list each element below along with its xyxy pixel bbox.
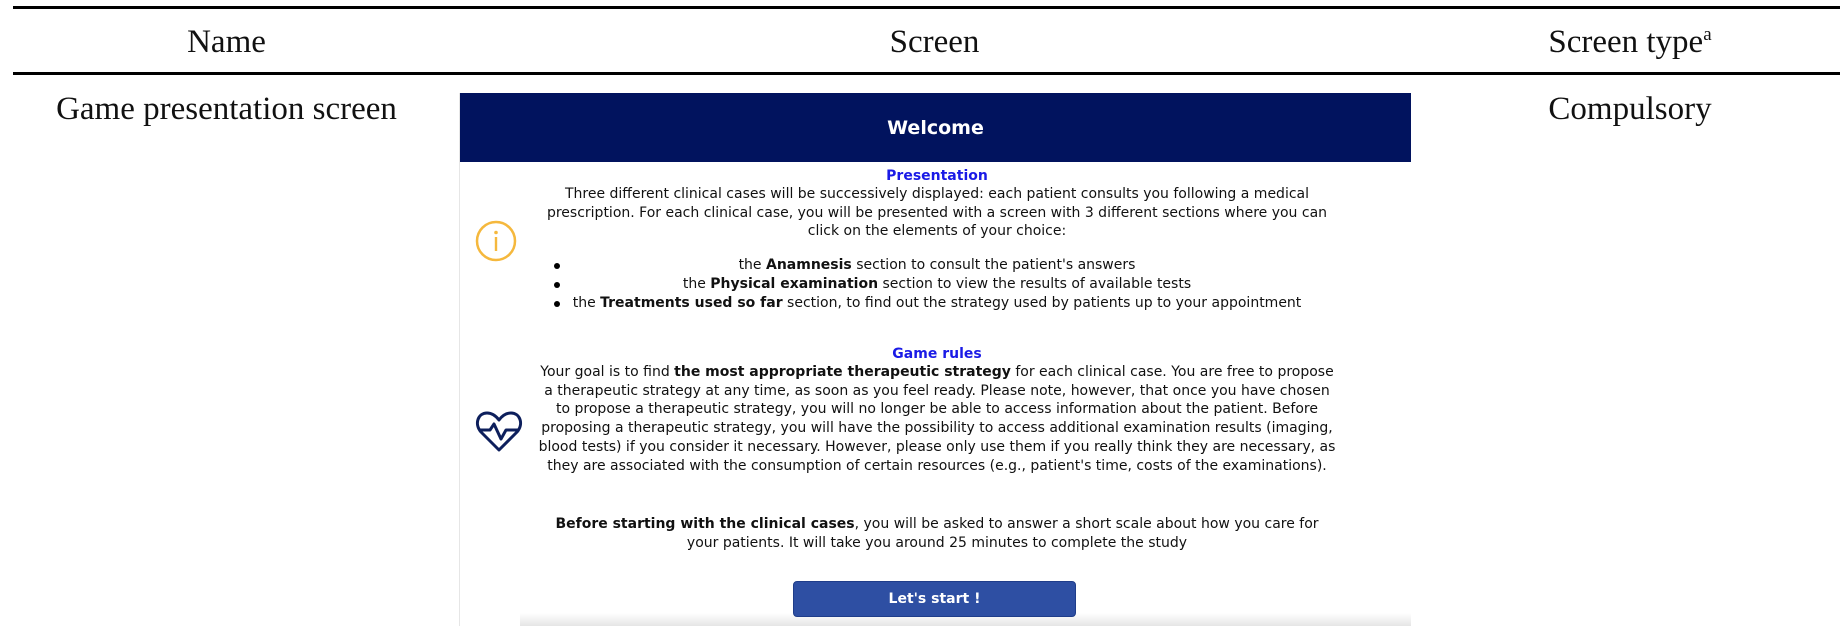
before-bold: Before starting with the clinical cases [555, 516, 855, 532]
bullet-bold: Anamnesis [766, 257, 852, 273]
table-header-rule [13, 72, 1840, 75]
heart-pulse-icon [475, 411, 523, 452]
list-item: the Physical examination section to view… [538, 275, 1336, 294]
bullet-bold: Physical examination [710, 276, 879, 292]
bullet-text: section to consult the patient's answers [851, 257, 1136, 273]
rules-section: Game rules Your goal is to find the most… [538, 345, 1336, 475]
header-screen: Screen [889, 24, 980, 60]
info-icon [475, 220, 517, 262]
list-item: the Anamnesis section to consult the pat… [538, 256, 1336, 275]
bullet-text: section to view the results of available… [878, 276, 1192, 292]
welcome-banner: Welcome [460, 93, 1411, 162]
rules-bold: the most appropriate therapeutic strateg… [674, 364, 1011, 380]
rules-text: Your goal is to find the most appropriat… [538, 363, 1336, 475]
rules-text-part: for each clinical case. You are free to … [538, 364, 1336, 474]
list-item: the Treatments used so far section, to f… [538, 294, 1336, 313]
bullet-bold: Treatments used so far [600, 295, 783, 311]
rules-title: Game rules [892, 346, 982, 362]
sections-list: the Anamnesis section to consult the pat… [538, 256, 1336, 313]
bullet-text: the [738, 257, 766, 273]
header-screen-type: Screen typea [1450, 22, 1810, 62]
presentation-section: Presentation Three different clinical ca… [538, 167, 1336, 241]
presentation-title: Presentation [886, 168, 988, 184]
screen-preview: Welcome Presentation Three different cli… [459, 93, 1411, 626]
footnote-marker: a [1703, 24, 1712, 45]
start-button[interactable]: Let's start ! [793, 581, 1076, 617]
presentation-intro: Three different clinical cases will be s… [546, 186, 1328, 240]
before-starting-text: Before starting with the clinical cases,… [538, 515, 1336, 552]
bullet-text: the [572, 295, 601, 311]
row-name: Game presentation screen [56, 91, 397, 127]
bullet-text: section, to find out the strategy used b… [782, 295, 1302, 311]
bullet-text: the [682, 276, 711, 292]
header-name: Name [187, 24, 266, 60]
row-screen-type: Compulsory [1548, 91, 1712, 127]
rules-text-part: Your goal is to find [540, 364, 675, 380]
header-screen-type-text: Screen type [1548, 24, 1704, 60]
table-top-rule [13, 6, 1840, 9]
